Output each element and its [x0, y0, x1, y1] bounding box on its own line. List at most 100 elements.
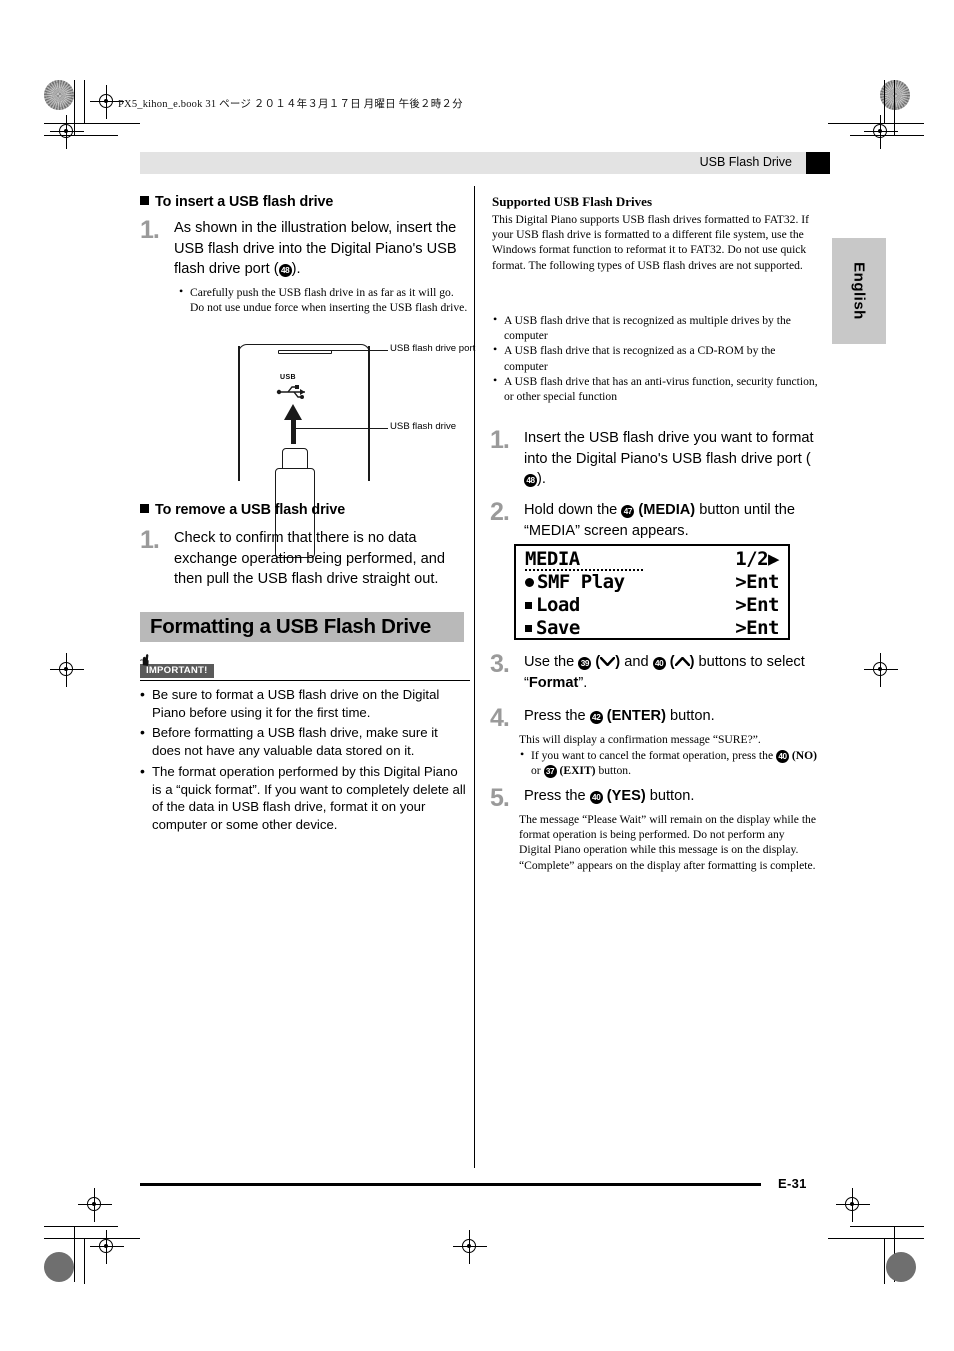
usb-trident-icon [276, 385, 305, 399]
exclusion-list: A USB flash drive that is recognized as … [492, 312, 818, 404]
language-tab-label: English [850, 262, 868, 320]
step-number: 3. [490, 650, 510, 678]
format-step-3: 3. Use the 39 () and 40 () buttons to se… [490, 652, 820, 693]
format-step-4-note: This will display a confirmation message… [519, 732, 819, 779]
usb-text-label: USB [280, 374, 296, 381]
step-text: Hold down the 47 (MEDIA) button until th… [524, 500, 820, 541]
format-step-5-note: The message “Please Wait” will remain on… [519, 813, 816, 872]
important-item: Be sure to format a USB flash drive on t… [140, 685, 470, 721]
page-number: E-31 [778, 1176, 807, 1191]
note-insert-item: Carefully push the USB flash drive in as… [178, 284, 470, 315]
halftone-dot-bottom-right [886, 1252, 916, 1282]
step-insert-1: 1. As shown in the illustration below, i… [140, 218, 470, 280]
halftone-dot-top-left [44, 80, 74, 110]
lcd-bullet-icon [525, 602, 532, 609]
format-step-5: 5. Press the 40 (YES) button. [490, 786, 820, 811]
halftone-dot-bottom-left [44, 1252, 74, 1282]
heading-supported-drives: Supported USB Flash Drives [492, 194, 652, 209]
piano-body-right-edge [368, 346, 370, 481]
step-number: 5. [490, 784, 510, 812]
square-bullet-icon [140, 504, 149, 513]
usb-insertion-illustration: USB USB flash drive port USB flash drive [216, 332, 475, 558]
piano-body-top-edge [238, 344, 370, 370]
step-text-part-b: ). [291, 261, 301, 278]
section-banner-title: Formatting a USB Flash Drive [150, 615, 431, 638]
step-text-part-a: Use the [524, 654, 579, 670]
crop-mark-bottom-right-v2 [884, 1238, 886, 1284]
note-text-a: If you want to cancel the format operati… [531, 749, 776, 763]
piano-body-left-edge [238, 346, 240, 481]
reference-number-badge: 40 [776, 750, 789, 764]
button-name-media: (MEDIA) [638, 502, 696, 518]
lcd-menu-value: >Ent [735, 617, 779, 639]
pointing-hand-icon [139, 653, 149, 666]
header-black-square [806, 152, 830, 174]
chevron-up-icon [674, 656, 690, 667]
heading-remove-label: To remove a USB flash drive [155, 502, 346, 518]
reference-number-badge: 47 [621, 505, 635, 518]
reference-number-badge: 37 [543, 765, 557, 779]
exclusion-item: A USB flash drive that is recognized as … [492, 312, 818, 343]
note-text-end: button. [595, 764, 631, 778]
important-badge-label: IMPORTANT! [146, 665, 208, 676]
exclusion-item: A USB flash drive that has an anti-virus… [492, 373, 818, 404]
callout-label-port: USB flash drive port [390, 343, 476, 354]
important-list: Be sure to format a USB flash drive on t… [140, 685, 470, 834]
lcd-menu-value: >Ent [735, 571, 779, 593]
up-arrow-symbol: () [669, 654, 695, 670]
important-callout: IMPORTANT! Be sure to format a USB flash… [139, 653, 470, 837]
exclusion-item: A USB flash drive that is recognized as … [492, 342, 818, 373]
lcd-menu-label: SMF Play [537, 571, 625, 593]
heading-insert-label: To insert a USB flash drive [155, 194, 334, 210]
lcd-row-menu: Load >Ent [525, 595, 779, 616]
supported-drives-body: This Digital Piano supports USB flash dr… [492, 213, 809, 272]
important-badge: IMPORTANT! [139, 653, 214, 678]
reference-number-badge: 48 [524, 474, 537, 488]
step-text-part-b: ). [537, 471, 546, 488]
step-text-part-a: Insert the USB flash drive you want to f… [524, 430, 814, 467]
registration-mark-bottom-right-upper [836, 1188, 870, 1222]
note-item: If you want to cancel the format operati… [519, 747, 819, 779]
callout-line-port [306, 350, 388, 352]
button-name-exit: (EXIT) [559, 764, 596, 778]
step-text-part-b: button. [645, 788, 695, 804]
page-header-title: USB Flash Drive [699, 155, 792, 169]
note-list: If you want to cancel the format operati… [519, 747, 819, 779]
insert-arrow-stem-icon [291, 416, 296, 444]
note-insert: Carefully push the USB flash drive in as… [178, 284, 470, 315]
footer-rule [140, 1183, 761, 1187]
registration-mark-top-left [50, 115, 84, 149]
lcd-bullet-icon [525, 625, 532, 632]
important-item: Before formatting a USB flash drive, mak… [140, 723, 470, 759]
step-text-part-a: Press the [524, 708, 590, 724]
step-text-part-a: Hold down the [524, 502, 622, 518]
lcd-title: MEDIA [525, 548, 580, 570]
chevron-down-icon [600, 656, 616, 667]
button-name-enter: (ENTER) [606, 708, 666, 724]
registration-mark-bottom-center [453, 1230, 487, 1264]
lcd-inner-area: MEDIA 1/2▶ SMF Play >Ent Load >Ent Save … [519, 548, 785, 639]
heading-remove-usb-drive: To remove a USB flash drive [140, 502, 345, 518]
crop-mark-bottom-right-h1 [850, 1226, 924, 1228]
crop-mark-bottom-right-h2 [828, 1238, 924, 1240]
step-text: Check to confirm that there is no data e… [174, 530, 445, 588]
registration-mark-middle-left [50, 653, 84, 687]
crop-mark-bottom-left-v1 [74, 1226, 76, 1282]
registration-mark-top-right [864, 115, 898, 149]
reference-number-badge: 40 [589, 791, 603, 804]
reference-number-badge: 42 [589, 711, 603, 724]
registration-mark-bottom-left-inner [90, 1230, 124, 1264]
step-number: 1. [490, 426, 510, 454]
crop-mark-top-left-v1 [84, 80, 86, 123]
lcd-menu-value: >Ent [735, 594, 779, 616]
step-number: 1. [140, 526, 160, 554]
format-step-4: 4. Press the 42 (ENTER) button. [490, 706, 820, 731]
step-text: As shown in the illustration below, inse… [174, 218, 470, 280]
step-number: 1. [140, 216, 160, 244]
lcd-selected-bullet-icon [525, 578, 534, 587]
square-bullet-icon [140, 196, 149, 205]
step-text: Press the 40 (YES) button. [524, 786, 694, 807]
step-number: 4. [490, 704, 510, 732]
callout-label-drive: USB flash drive [390, 421, 457, 432]
step-remove-1: 1. Check to confirm that there is no dat… [140, 528, 460, 590]
